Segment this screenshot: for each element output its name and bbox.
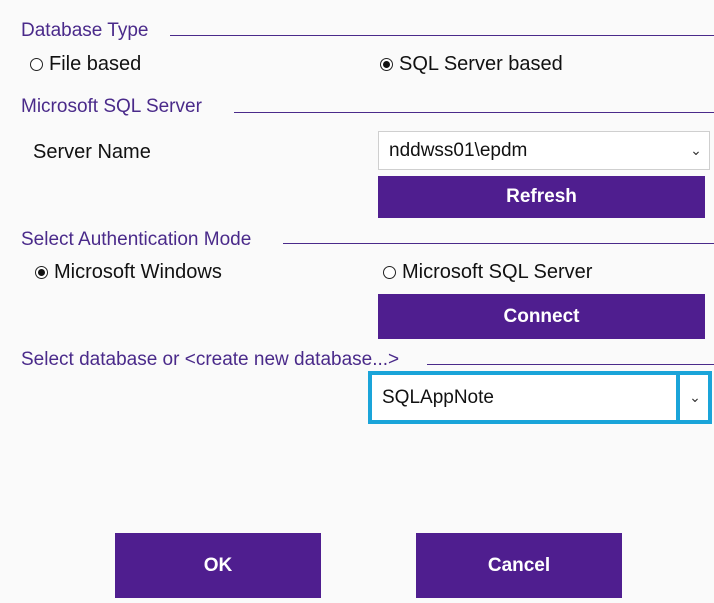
database-type-title: Database Type (21, 20, 149, 41)
radio-unchecked-icon (30, 58, 43, 71)
radio-unchecked-icon (383, 266, 396, 279)
refresh-button[interactable]: Refresh (378, 176, 705, 218)
database-select-value: SQLAppNote (382, 386, 494, 408)
server-name-select[interactable]: nddwss01\epdm ⌄ (378, 131, 710, 170)
radio-microsoft-windows[interactable]: Microsoft Windows (35, 261, 222, 284)
chevron-down-icon[interactable]: ⌄ (682, 390, 708, 406)
sql-server-divider (234, 112, 714, 113)
connect-button[interactable]: Connect (378, 294, 705, 339)
radio-checked-icon (35, 266, 48, 279)
server-name-value: nddwss01\epdm (389, 139, 528, 161)
radio-microsoft-sql-server[interactable]: Microsoft SQL Server (383, 261, 592, 284)
select-database-title: Select database or <create new database.… (21, 349, 400, 370)
auth-mode-divider (283, 243, 714, 244)
dropdown-divider (676, 371, 680, 424)
radio-checked-icon (380, 58, 393, 71)
radio-file-based-label: File based (49, 53, 142, 75)
database-select-highlight: SQLAppNote ⌄ (368, 371, 712, 424)
radio-sql-server-based-label: SQL Server based (399, 53, 563, 75)
sql-server-title: Microsoft SQL Server (21, 96, 202, 117)
server-name-label: Server Name (33, 141, 151, 163)
ok-button[interactable]: OK (115, 533, 321, 598)
radio-microsoft-windows-label: Microsoft Windows (54, 261, 222, 283)
radio-sql-server-based[interactable]: SQL Server based (380, 53, 563, 76)
select-database-divider (427, 364, 714, 365)
database-select[interactable]: SQLAppNote ⌄ (372, 375, 708, 420)
radio-file-based[interactable]: File based (30, 53, 141, 76)
radio-microsoft-sql-server-label: Microsoft SQL Server (402, 261, 593, 283)
cancel-button[interactable]: Cancel (416, 533, 622, 598)
chevron-down-icon[interactable]: ⌄ (683, 143, 709, 159)
auth-mode-title: Select Authentication Mode (21, 229, 252, 250)
database-type-divider (170, 35, 714, 36)
